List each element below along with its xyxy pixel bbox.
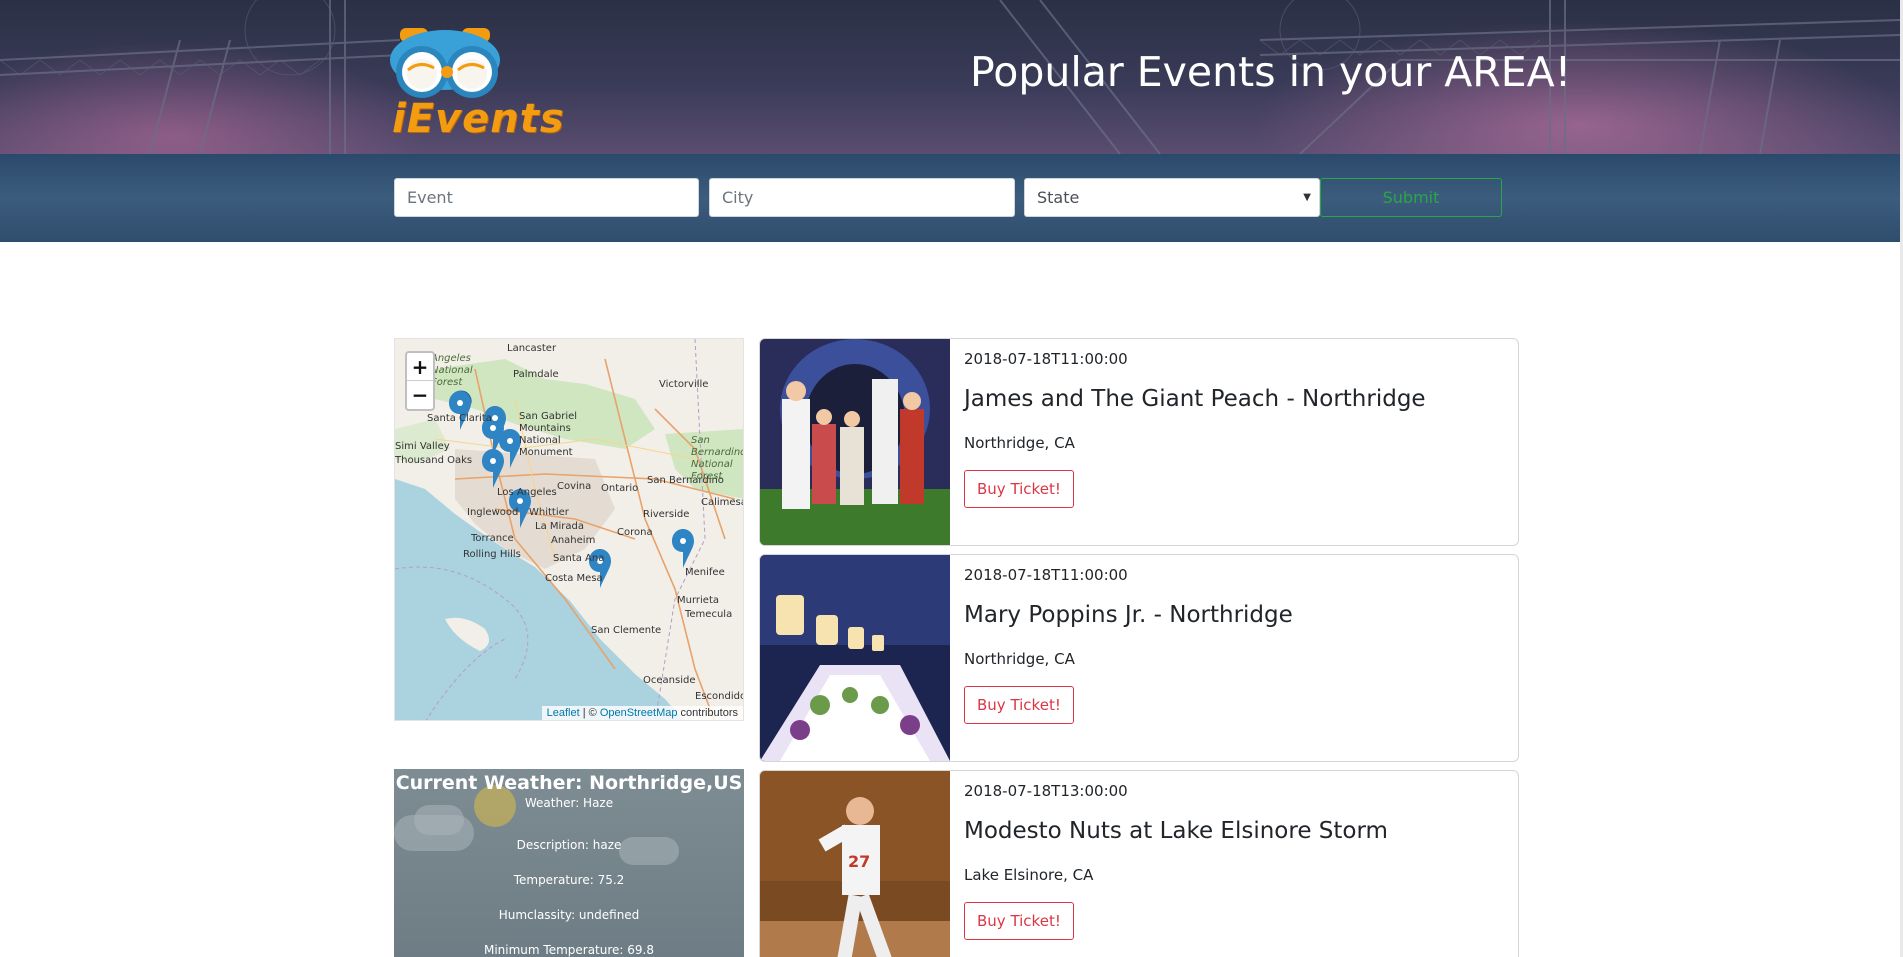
attribution-separator: | © (579, 707, 600, 719)
svg-text:27: 27 (848, 852, 870, 871)
zoom-out-button[interactable]: − (407, 381, 433, 409)
logo-text[interactable]: iEvents (392, 96, 565, 142)
map-place-label: Los Angeles (497, 487, 557, 498)
event-image (760, 339, 950, 545)
map-place-label: Murrieta (677, 595, 719, 606)
event-location: Northridge, CA (964, 434, 1075, 452)
map-place-label: Ontario (601, 483, 639, 494)
map-place-label: Torrance (471, 533, 514, 544)
map-place-label: Santa Ana (553, 553, 605, 564)
page-title: Popular Events in your AREA! (970, 48, 1572, 96)
map-place-label: Calimesa (701, 497, 744, 508)
map-place-label: San Bernardino National Forest (691, 435, 744, 482)
event-title[interactable]: James and The Giant Peach - Northridge (964, 386, 1426, 412)
map-attribution: Leaflet | © OpenStreetMap contributors (541, 706, 743, 720)
map-place-label: Temecula (685, 609, 733, 620)
map-place-label: Anaheim (551, 535, 596, 546)
event-date: 2018-07-18T11:00:00 (964, 566, 1128, 584)
leaflet-link[interactable]: Leaflet (547, 707, 580, 719)
map-marker[interactable] (449, 391, 471, 430)
map-marker[interactable] (672, 529, 694, 568)
event-input[interactable]: Event (394, 178, 699, 217)
events-map[interactable]: Lancaster Palmdale Victorville Santa Cla… (394, 338, 744, 721)
map-place-label: Corona (617, 527, 653, 538)
buy-ticket-button[interactable]: Buy Ticket! (964, 902, 1074, 940)
event-image (760, 555, 950, 761)
map-place-label: Thousand Oaks (395, 455, 473, 466)
weather-title: Current Weather: Northridge,US (395, 772, 743, 794)
attribution-suffix: contributors (677, 707, 738, 719)
event-title[interactable]: Modesto Nuts at Lake Elsinore Storm (964, 818, 1388, 844)
weather-humidity: Humclassity: undefined (498, 908, 640, 922)
stage-truss-graphic (0, 0, 1900, 154)
chevron-down-icon: ▼ (1303, 192, 1311, 203)
header-banner: iEvents Popular Events in your AREA! (0, 0, 1900, 154)
map-place-label: Whittier (529, 507, 569, 518)
map-marker[interactable] (482, 449, 504, 488)
map-place-label: San Clemente (591, 625, 662, 636)
map-place-label: Escondido (695, 691, 744, 702)
state-select-value: State (1037, 188, 1080, 207)
weather-temperature: Temperature: 75.2 (513, 873, 625, 887)
map-place-label: Angeles National Forest (431, 353, 473, 388)
event-location: Lake Elsinore, CA (964, 866, 1094, 884)
event-image: 27 (760, 771, 950, 957)
weather-panel: Current Weather: Northridge,US Weather: … (394, 769, 744, 957)
city-input[interactable]: City (709, 178, 1015, 217)
map-place-label: Oceanside (643, 675, 696, 686)
event-card-body: 2018-07-18T11:00:00 Mary Poppins Jr. - N… (964, 555, 1518, 761)
map-place-label: Costa Mesa (545, 573, 603, 584)
map-place-label: San Gabriel Mountains National Monument (519, 411, 578, 458)
map-place-label: Palmdale (513, 369, 559, 380)
event-date: 2018-07-18T11:00:00 (964, 350, 1128, 368)
buy-ticket-button[interactable]: Buy Ticket! (964, 686, 1074, 724)
openstreetmap-link[interactable]: OpenStreetMap (600, 707, 678, 719)
map-place-label: Menifee (685, 567, 725, 578)
map-place-label: Covina (557, 481, 592, 492)
event-location: Northridge, CA (964, 650, 1075, 668)
zoom-in-button[interactable]: + (407, 353, 433, 381)
map-place-label: Simi Valley (395, 441, 450, 452)
map-place-label: Victorville (659, 379, 709, 390)
map-place-label: Riverside (643, 509, 690, 520)
map-place-label: La Mirada (535, 521, 584, 532)
event-card: 27 2018-07-18T13:00:00 Modesto Nuts at L… (759, 770, 1519, 957)
event-date: 2018-07-18T13:00:00 (964, 782, 1128, 800)
event-card-body: 2018-07-18T13:00:00 Modesto Nuts at Lake… (964, 771, 1518, 957)
submit-button[interactable]: Submit (1320, 178, 1502, 217)
event-title[interactable]: Mary Poppins Jr. - Northridge (964, 602, 1293, 628)
search-bar: Event City State ▼ Submit (0, 154, 1900, 242)
weather-description: Description: haze (516, 838, 622, 852)
map-zoom-control: + − (405, 351, 435, 411)
weather-condition: Weather: Haze (524, 796, 614, 810)
map-place-label: Lancaster (507, 343, 557, 354)
weather-min-temperature: Minimum Temperature: 69.8 (483, 943, 654, 957)
map-place-label: Rolling Hills (463, 549, 521, 560)
buy-ticket-button[interactable]: Buy Ticket! (964, 470, 1074, 508)
state-select[interactable]: State ▼ (1024, 178, 1320, 217)
event-card: 2018-07-18T11:00:00 Mary Poppins Jr. - N… (759, 554, 1519, 762)
event-card-body: 2018-07-18T11:00:00 James and The Giant … (964, 339, 1518, 545)
map-place-label: Santa Clarita (427, 413, 492, 424)
map-place-label: Inglewood (467, 507, 519, 518)
event-card: 2018-07-18T11:00:00 James and The Giant … (759, 338, 1519, 546)
